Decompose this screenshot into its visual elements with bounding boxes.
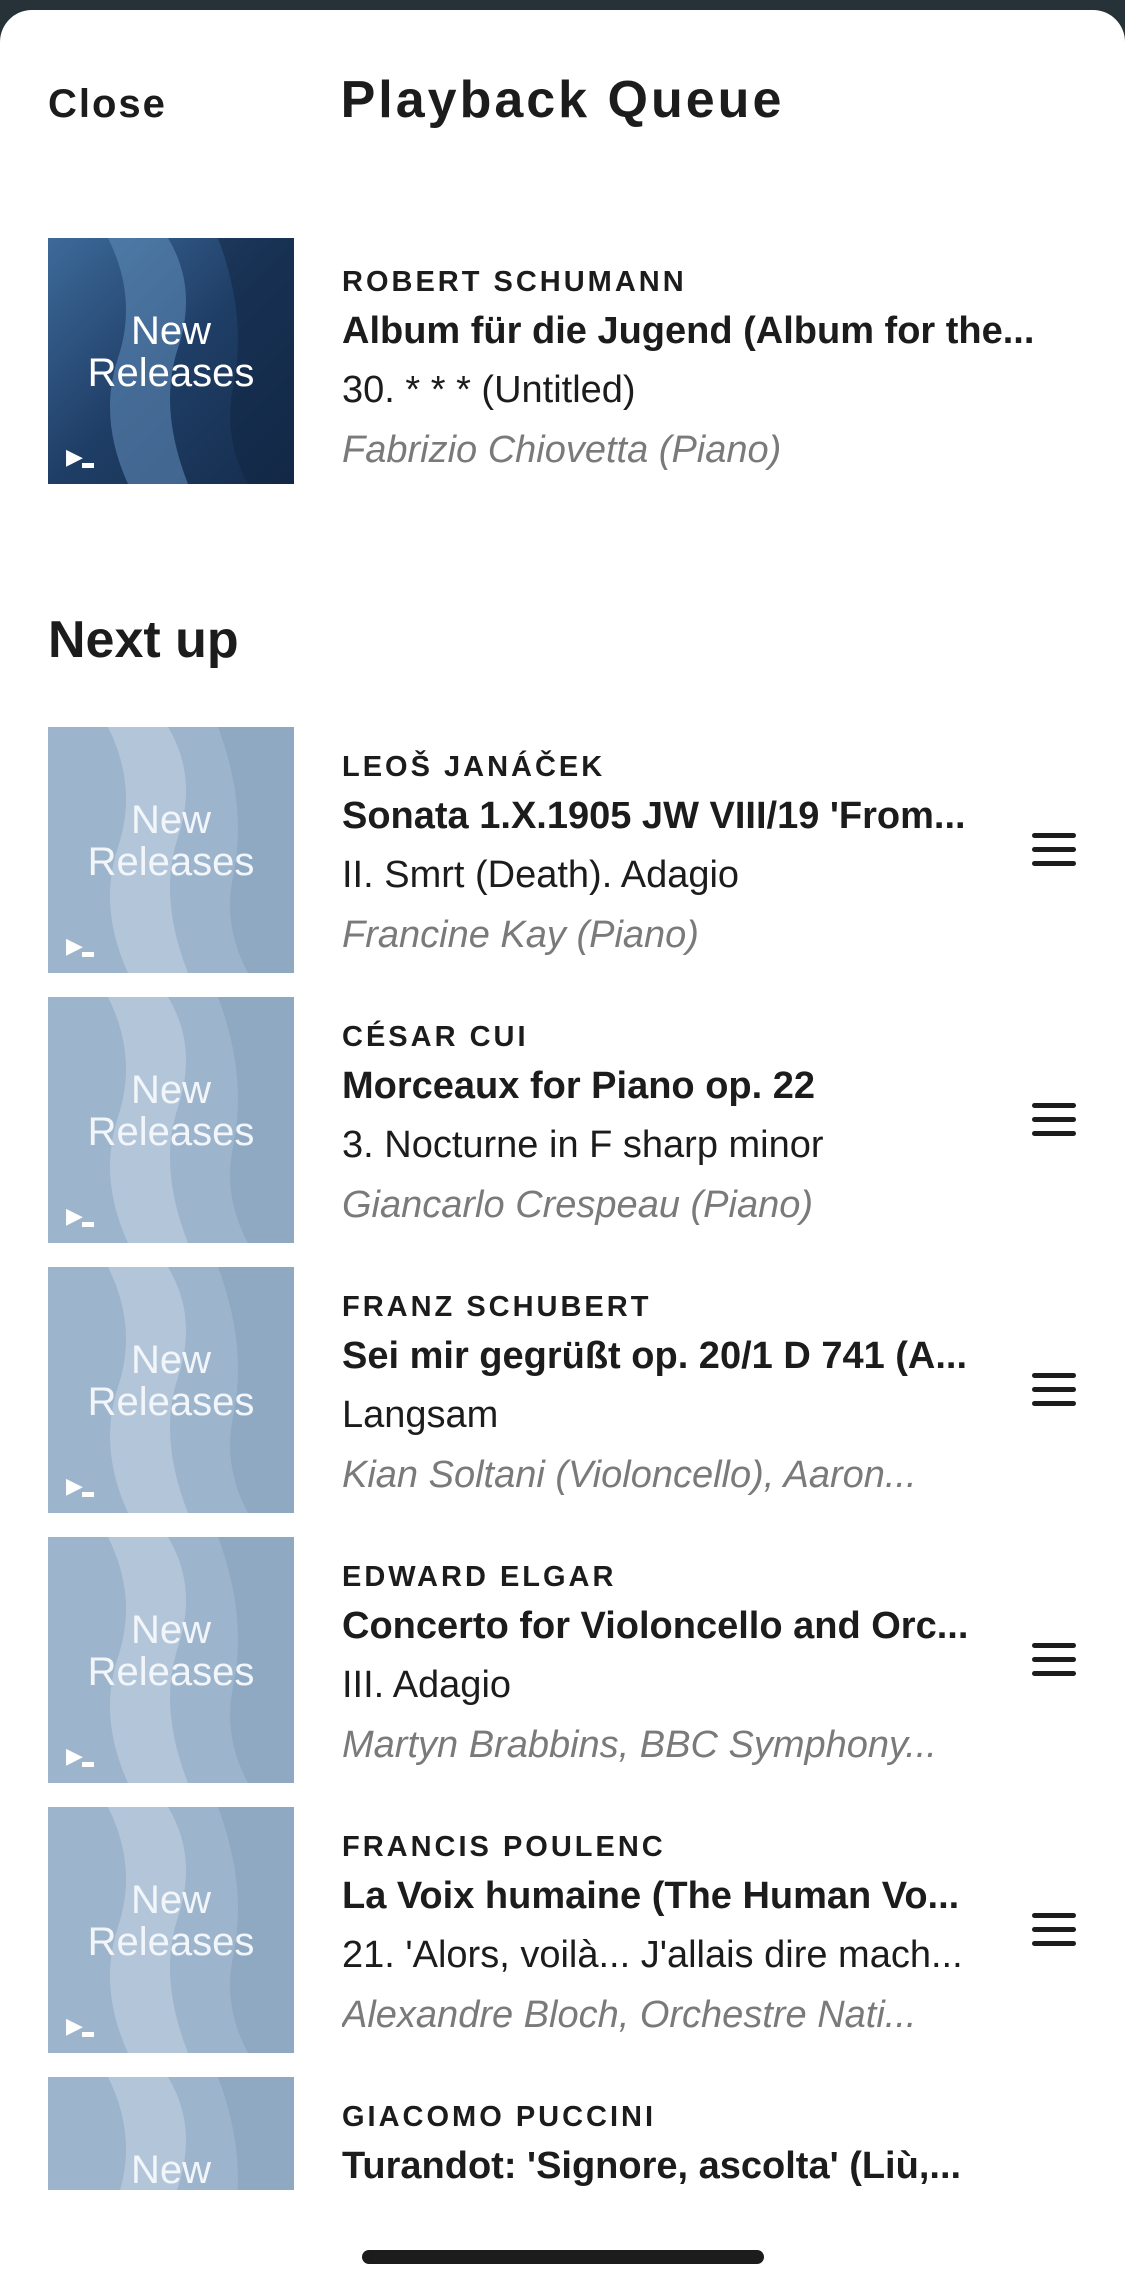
drag-handle-icon[interactable]	[1030, 1373, 1078, 1409]
play-logo-icon: ▶	[66, 2013, 94, 2038]
now-playing-cover: New Releases ▶	[48, 238, 294, 484]
queue-item-info: FRANCIS POULENC La Voix humaine (The Huma…	[342, 1827, 975, 2045]
playback-queue-sheet: Close Playback Queue New Releases ▶ ROBER…	[0, 10, 1125, 2284]
play-logo-icon: ▶	[66, 1473, 94, 1498]
performers: Martyn Brabbins, BBC Symphony...	[342, 1724, 937, 1766]
composer-name: EDWARD ELGAR	[342, 1561, 617, 1593]
composer-name: GIACOMO PUCCINI	[342, 2101, 657, 2133]
movement-title: Langsam	[342, 1394, 499, 1436]
queue-item-cover: NewReleases ▶	[48, 1807, 294, 2053]
movement-title: 30. * * * (Untitled)	[342, 369, 636, 411]
composer-name: CÉSAR CUI	[342, 1021, 529, 1053]
drag-handle-icon[interactable]	[1030, 1103, 1078, 1139]
cover-label: NewReleases	[87, 1878, 255, 1964]
page-title: Playback Queue	[340, 71, 785, 129]
cover-label: NewReleases	[87, 1608, 255, 1694]
queue-item-cover: NewReleases ▶	[48, 997, 294, 1243]
movement-title: II. Smrt (Death). Adagio	[342, 854, 740, 896]
queue-item-info: EDWARD ELGAR Concerto for Violoncello and…	[342, 1557, 975, 1775]
cover-label: NewReleases	[87, 798, 255, 884]
work-title: Album für die Jugend (Album for the...	[342, 310, 1035, 352]
drag-handle-icon[interactable]	[1030, 1913, 1078, 1949]
work-title: Turandot: 'Signore, ascolta' (Liù,...	[342, 2145, 962, 2187]
play-logo-icon: ▶	[66, 933, 94, 958]
movement-title: 21. 'Alors, voilà... J'allais dire mach.…	[342, 1934, 963, 1976]
performers: Fabrizio Chiovetta (Piano)	[342, 429, 782, 471]
composer-name: FRANCIS POULENC	[342, 1831, 666, 1863]
drag-handle-icon[interactable]	[1030, 1643, 1078, 1679]
cover-label: NewReleases	[87, 1338, 255, 1424]
queue-item-cover: NewReleases ▶	[48, 727, 294, 973]
home-indicator[interactable]	[362, 2250, 764, 2264]
composer-name: LEOŠ JANÁČEK	[342, 751, 606, 783]
performers: Kian Soltani (Violoncello), Aaron...	[342, 1454, 917, 1496]
performers: Giancarlo Crespeau (Piano)	[342, 1184, 814, 1226]
performers: Francine Kay (Piano)	[342, 914, 699, 956]
work-title: La Voix humaine (The Human Vo...	[342, 1875, 960, 1917]
queue-item-info: CÉSAR CUI Morceaux for Piano op. 22 3. Noc…	[342, 1017, 975, 1235]
drag-handle-icon[interactable]	[1030, 833, 1078, 869]
cover-label: NewReleases	[87, 1068, 255, 1154]
bottom-fade	[0, 2190, 1125, 2284]
queue-item-info: LEOŠ JANÁČEK Sonata 1.X.1905 JW VIII/19 '…	[342, 747, 975, 965]
cover-label: NewReleases	[87, 309, 255, 395]
composer-name: ROBERT SCHUMANN	[342, 266, 687, 298]
composer-name: FRANZ SCHUBERT	[342, 1291, 652, 1323]
play-logo-icon: ▶	[66, 1203, 94, 1228]
performers: Alexandre Bloch, Orchestre Nati...	[342, 1994, 917, 2036]
work-title: Concerto for Violoncello and Orc...	[342, 1605, 969, 1647]
movement-title: III. Adagio	[342, 1664, 512, 1706]
work-title: Morceaux for Piano op. 22	[342, 1065, 815, 1107]
movement-title: 3. Nocturne in F sharp minor	[342, 1124, 824, 1166]
now-playing-info: ROBERT SCHUMANN Album für die Jugend (Al…	[342, 262, 1085, 480]
play-logo-icon: ▶	[66, 1743, 94, 1768]
next-up-heading: Next up	[48, 611, 239, 669]
queue-item-cover: NewReleases ▶	[48, 1267, 294, 1513]
queue-item-cover: NewReleases ▶	[48, 1537, 294, 1783]
queue-item-info: FRANZ SCHUBERT Sei mir gegrüßt op. 20/1 D…	[342, 1287, 975, 1505]
work-title: Sonata 1.X.1905 JW VIII/19 'From...	[342, 795, 966, 837]
work-title: Sei mir gegrüßt op. 20/1 D 741 (A...	[342, 1335, 968, 1377]
play-logo-icon: ▶	[66, 444, 94, 469]
